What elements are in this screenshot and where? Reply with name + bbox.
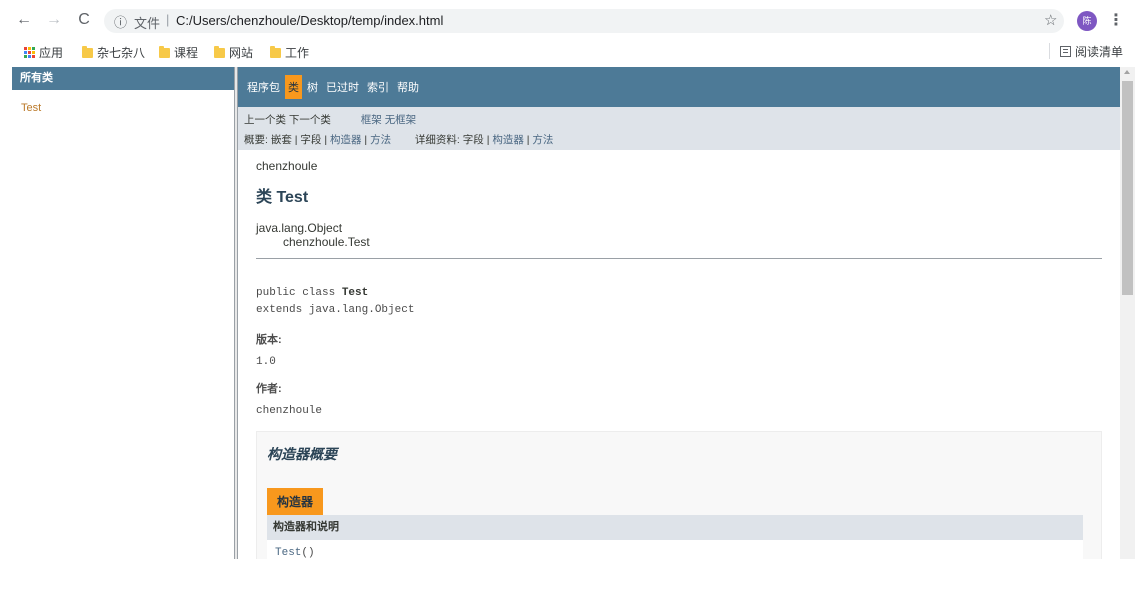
constructor-summary: 构造器概要 构造器 构造器和说明 Test() — [256, 431, 1102, 559]
constructor-summary-title: 构造器概要 — [267, 446, 337, 462]
sig-prefix: public class — [256, 287, 342, 299]
constructor-table-header: 构造器和说明 — [267, 515, 1083, 540]
scheme-label: 文件 — [134, 16, 161, 31]
constructor-caption-tab: 构造器 — [267, 488, 324, 515]
author-value: chenzhoule — [256, 405, 323, 417]
version-label: 版本: — [256, 334, 282, 346]
folder-icon — [82, 45, 93, 58]
bookmark-star-icon[interactable]: ☆ — [1044, 11, 1057, 29]
bookmark-folder-label: 工作 — [285, 46, 310, 60]
class-content: chenzhoule 类 Test java.lang.Object chenz… — [238, 159, 1120, 559]
pipe: | — [486, 134, 490, 146]
detail-method-link[interactable]: 方法 — [532, 134, 553, 146]
summary-constructor-link[interactable]: 构造器 — [330, 134, 362, 146]
package-name: chenzhoule — [256, 159, 318, 173]
profile-avatar[interactable]: 陈 — [1077, 11, 1097, 31]
prev-class-text: 上一个类 — [244, 114, 286, 126]
url-text[interactable]: C:/Users/chenzhoule/Desktop/temp/index.h… — [176, 13, 443, 28]
all-classes-frame: 所有类 Test — [12, 67, 234, 559]
inheritance-tree: java.lang.Object chenzhoule.Test — [256, 221, 1102, 249]
nav-index[interactable]: 索引 — [364, 75, 392, 99]
inherit-parent: java.lang.Object — [256, 221, 343, 235]
class-doc-frame: 程序包 类 树 已过时 索引 帮助 上一个类 下一个类 框架 无框架 概要: 嵌… — [238, 67, 1120, 559]
next-class-text: 下一个类 — [288, 114, 331, 126]
table-row: Test() — [267, 540, 1083, 559]
bookmark-apps-label: 应用 — [39, 46, 64, 60]
inherit-child: chenzhoule.Test — [283, 235, 370, 249]
divider — [1049, 43, 1050, 59]
sig-class-name: Test — [341, 287, 369, 299]
bookmark-folder-misc[interactable]: 杂七杂八 — [82, 44, 145, 61]
nav-tree[interactable]: 树 — [304, 75, 321, 99]
folder-icon — [159, 45, 170, 58]
nav-help[interactable]: 帮助 — [394, 75, 422, 99]
class-title: 类 Test — [256, 189, 309, 206]
bookmarks-bar: 应用 杂七杂八 课程 网站 工作 阅读清单 — [0, 40, 1145, 64]
sig-extends: extends java.lang.Object — [256, 304, 415, 316]
detail-field: 字段 — [462, 134, 484, 146]
bookmark-folder-label: 网站 — [229, 46, 254, 60]
version-value: 1.0 — [256, 356, 276, 368]
bookmark-folder-label: 杂七杂八 — [97, 46, 146, 60]
pipe: | — [324, 134, 328, 146]
nav-deprecated[interactable]: 已过时 — [323, 75, 362, 99]
apps-grid-icon — [24, 47, 35, 58]
forward-icon[interactable]: → — [44, 10, 64, 30]
summary-label: 概要: — [244, 134, 268, 146]
bookmark-folder-sites[interactable]: 网站 — [214, 44, 253, 61]
sub-nav-bar: 上一个类 下一个类 框架 无框架 概要: 嵌套 | 字段 | 构造器 | 方法 … — [238, 107, 1120, 150]
address-separator: | — [166, 12, 170, 27]
all-classes-header: 所有类 — [12, 67, 234, 90]
folder-icon — [214, 45, 225, 58]
summary-method-link[interactable]: 方法 — [370, 134, 391, 146]
bookmark-folder-courses[interactable]: 课程 — [159, 44, 198, 61]
browser-toolbar: ← → C ⓘ 文件 | C:/Users/chenzhoule/Desktop… — [0, 0, 1145, 42]
nav-class: 类 — [285, 75, 302, 99]
reading-list-button[interactable]: 阅读清单 — [1049, 43, 1124, 60]
class-link-test[interactable]: Test — [21, 102, 234, 114]
reading-list-icon — [1060, 46, 1071, 57]
constructor-params: () — [301, 547, 315, 559]
divider — [256, 258, 1102, 259]
reload-icon[interactable]: C — [74, 10, 94, 30]
constructor-link[interactable]: Test — [275, 547, 301, 559]
reading-list-label: 阅读清单 — [1075, 45, 1124, 59]
summary-field: 字段 — [300, 134, 322, 146]
info-icon[interactable]: ⓘ — [114, 12, 127, 31]
vertical-scrollbar[interactable] — [1120, 67, 1135, 559]
summary-nested: 嵌套 — [270, 134, 292, 146]
no-frames-link[interactable]: 无框架 — [385, 114, 417, 126]
detail-constructor-link[interactable]: 构造器 — [492, 134, 524, 146]
address-bar[interactable]: ⓘ 文件 | C:/Users/chenzhoule/Desktop/temp/… — [104, 9, 1064, 33]
pipe: | — [364, 134, 368, 146]
class-signature: public class Test extends java.lang.Obje… — [256, 285, 1102, 319]
folder-icon — [270, 45, 281, 58]
bookmark-folder-label: 课程 — [174, 46, 199, 60]
pipe: | — [526, 134, 530, 146]
frames-link[interactable]: 框架 — [361, 114, 382, 126]
top-nav-bar: 程序包 类 树 已过时 索引 帮助 — [238, 67, 1120, 107]
nav-package[interactable]: 程序包 — [244, 75, 283, 99]
back-icon[interactable]: ← — [14, 10, 34, 30]
scroll-thumb[interactable] — [1122, 81, 1133, 295]
pipe: | — [294, 134, 298, 146]
detail-label: 详细资料: — [414, 134, 460, 146]
bookmark-apps[interactable]: 应用 — [24, 44, 63, 61]
scroll-up-arrow-icon[interactable] — [1124, 70, 1130, 74]
author-label: 作者: — [256, 383, 282, 395]
bookmark-folder-work[interactable]: 工作 — [270, 44, 309, 61]
menu-icon[interactable]: ⋮ — [1108, 10, 1124, 30]
